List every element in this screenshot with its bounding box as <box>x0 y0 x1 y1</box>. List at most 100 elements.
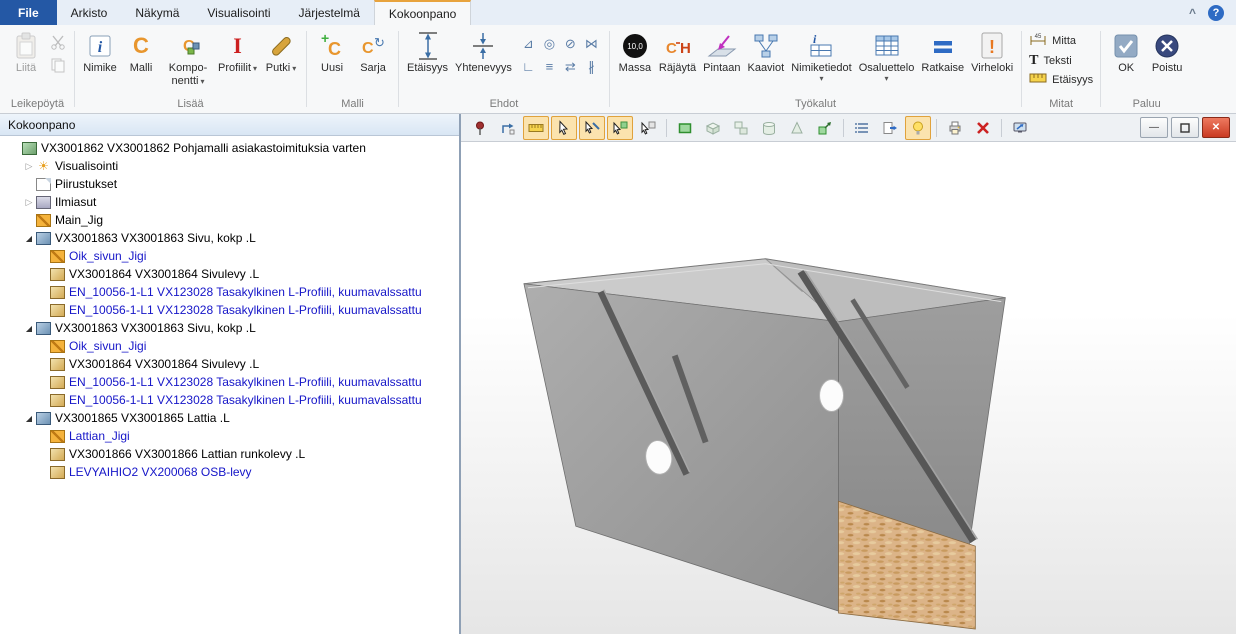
collapse-ribbon-icon[interactable]: ^ <box>1189 6 1196 20</box>
svg-text:C: C <box>328 39 341 59</box>
perpendicular-constraint-icon[interactable]: ∟ <box>518 55 539 78</box>
osaluettelo-button[interactable]: Osaluettelo ▾ <box>856 28 918 90</box>
komponentti-button[interactable]: C Kompo-nentti▾ <box>162 28 214 90</box>
yhtenevyys-constraint-button[interactable]: Yhtenevyys <box>452 28 515 90</box>
expanded-arrow-icon[interactable]: ◢ <box>22 234 36 243</box>
export-box-icon[interactable] <box>812 116 838 140</box>
assembly-tree[interactable]: VX3001862 VX3001862 Pohjamalli asiakasto… <box>0 136 459 634</box>
tree-item[interactable]: VX3001866 VX3001866 Lattian runkolevy .L <box>0 445 459 463</box>
copy-icon[interactable] <box>47 55 69 75</box>
pintaan-button[interactable]: Pintaan <box>700 28 743 90</box>
export-document-icon[interactable] <box>877 116 903 140</box>
assembly-tree-panel: Kokoonpano VX3001862 VX3001862 Pohjamall… <box>0 114 461 634</box>
assembly-icon <box>36 322 51 335</box>
box-stack-icon[interactable] <box>728 116 754 140</box>
expanded-arrow-icon[interactable]: ◢ <box>22 414 36 423</box>
etaisyys-measure-button[interactable]: Etäisyys <box>1029 73 1093 86</box>
tab-arkisto[interactable]: Arkisto <box>57 0 122 25</box>
virheloki-button[interactable]: ! Virheloki <box>968 28 1016 90</box>
measure-ruler-icon[interactable] <box>523 116 549 140</box>
angle-constraint-icon[interactable]: ⊿ <box>518 32 539 55</box>
tree-item[interactable]: Oik_sivun_Jigi <box>0 247 459 265</box>
group-label: Malli <box>308 98 397 113</box>
3d-canvas[interactable] <box>461 142 1236 634</box>
malli-button[interactable]: C Malli <box>121 28 161 90</box>
nimiketiedot-button[interactable]: i Nimiketiedot ▾ <box>788 28 855 90</box>
tree-item[interactable]: EN_10056-1-L1 VX123028 Tasakylkinen L-Pr… <box>0 391 459 409</box>
massa-button[interactable]: 10,0 Massa <box>615 28 655 90</box>
select-face-icon[interactable] <box>607 116 633 140</box>
print-icon[interactable] <box>942 116 968 140</box>
collapsed-arrow-icon[interactable]: ▷ <box>22 161 36 172</box>
tree-item-root[interactable]: VX3001862 VX3001862 Pohjamalli asiakasto… <box>0 139 459 157</box>
viewport-window-controls: — ✕ <box>1140 117 1230 138</box>
rajayta-button[interactable]: CH Räjäytä <box>656 28 699 90</box>
svg-text:C: C <box>666 40 677 57</box>
cylinder-icon[interactable] <box>756 116 782 140</box>
pin-icon[interactable] <box>467 116 493 140</box>
uusi-button[interactable]: +C Uusi <box>312 28 352 90</box>
tab-nakyma[interactable]: Näkymä <box>121 0 193 25</box>
to-surface-icon <box>707 29 737 62</box>
tree-item[interactable]: ◢ VX3001865 VX3001865 Lattia .L <box>0 409 459 427</box>
tab-visualisointi[interactable]: Visualisointi <box>193 0 284 25</box>
cut-scissors-icon[interactable] <box>47 32 69 52</box>
tangent-constraint-icon[interactable]: ⊘ <box>560 32 581 55</box>
tree-item[interactable]: ◢ VX3001863 VX3001863 Sivu, kokp .L <box>0 319 459 337</box>
pan-view-icon[interactable] <box>495 116 521 140</box>
sarja-button[interactable]: C↻ Sarja <box>353 28 393 90</box>
putki-button[interactable]: Putki▾ <box>261 28 301 90</box>
expanded-arrow-icon[interactable]: ◢ <box>22 324 36 333</box>
delete-view-icon[interactable] <box>970 116 996 140</box>
collapsed-arrow-icon[interactable]: ▷ <box>22 197 36 208</box>
3d-model-view[interactable] <box>461 142 1236 634</box>
nimike-button[interactable]: i Nimike <box>80 28 120 90</box>
mitta-button[interactable]: 45 Mitta <box>1029 32 1093 49</box>
profiilit-button[interactable]: I Profiilit▾ <box>215 28 260 90</box>
tree-item[interactable]: EN_10056-1-L1 VX123028 Tasakylkinen L-Pr… <box>0 301 459 319</box>
select-part-icon[interactable] <box>635 116 661 140</box>
tree-item[interactable]: ◢ VX3001863 VX3001863 Sivu, kokp .L <box>0 229 459 247</box>
left-wall-panel[interactable] <box>524 284 839 611</box>
parallel-constraint-icon[interactable]: ≡ <box>539 55 560 78</box>
symmetry-constraint-icon[interactable]: ⋈ <box>581 32 602 55</box>
etaisyys-constraint-button[interactable]: Etäisyys <box>404 28 451 90</box>
tree-item[interactable]: LEVYAIHIO2 VX200068 OSB-levy <box>0 463 459 481</box>
tree-item[interactable]: Piirustukset <box>0 175 459 193</box>
minimize-button[interactable]: — <box>1140 117 1168 138</box>
ok-button[interactable]: OK <box>1106 28 1146 90</box>
tree-item[interactable]: ▷ Ilmiasut <box>0 193 459 211</box>
tab-kokoonpano[interactable]: Kokoonpano <box>374 0 471 25</box>
help-icon[interactable]: ? <box>1208 5 1224 21</box>
tree-item[interactable]: ▷ ☀ Visualisointi <box>0 157 459 175</box>
tree-item[interactable]: Main_Jig <box>0 211 459 229</box>
tree-item[interactable]: EN_10056-1-L1 VX123028 Tasakylkinen L-Pr… <box>0 373 459 391</box>
restore-button[interactable] <box>1171 117 1199 138</box>
shading-icon[interactable] <box>905 116 931 140</box>
swap-constraint-icon[interactable]: ⇄ <box>560 55 581 78</box>
component-icon: C <box>175 29 201 62</box>
kaaviot-button[interactable]: Kaaviot <box>744 28 787 90</box>
concentric-constraint-icon[interactable]: ◎ <box>539 32 560 55</box>
teksti-button[interactable]: T Teksti <box>1029 53 1093 69</box>
send-to-screen-icon[interactable] <box>1007 116 1033 140</box>
unparallel-constraint-icon[interactable]: ∦ <box>581 55 602 78</box>
list-view-icon[interactable] <box>849 116 875 140</box>
select-edge-icon[interactable] <box>579 116 605 140</box>
select-arrow-icon[interactable] <box>551 116 577 140</box>
tab-jarjestelma[interactable]: Järjestelmä <box>285 0 374 25</box>
prism-icon[interactable] <box>784 116 810 140</box>
close-button[interactable]: ✕ <box>1202 117 1230 138</box>
tree-item[interactable]: VX3001864 VX3001864 Sivulevy .L <box>0 355 459 373</box>
ratkaise-button[interactable]: Ratkaise <box>918 28 967 90</box>
tab-file[interactable]: File <box>0 0 57 25</box>
paste-button[interactable]: Liitä <box>6 28 46 90</box>
coincidence-constraint-icon <box>470 29 496 62</box>
tree-item[interactable]: EN_10056-1-L1 VX123028 Tasakylkinen L-Pr… <box>0 283 459 301</box>
poistu-button[interactable]: Poistu <box>1147 28 1187 90</box>
solid-box-icon[interactable] <box>672 116 698 140</box>
tree-item[interactable]: Lattian_Jigi <box>0 427 459 445</box>
wire-box-icon[interactable] <box>700 116 726 140</box>
tree-item[interactable]: Oik_sivun_Jigi <box>0 337 459 355</box>
tree-item[interactable]: VX3001864 VX3001864 Sivulevy .L <box>0 265 459 283</box>
